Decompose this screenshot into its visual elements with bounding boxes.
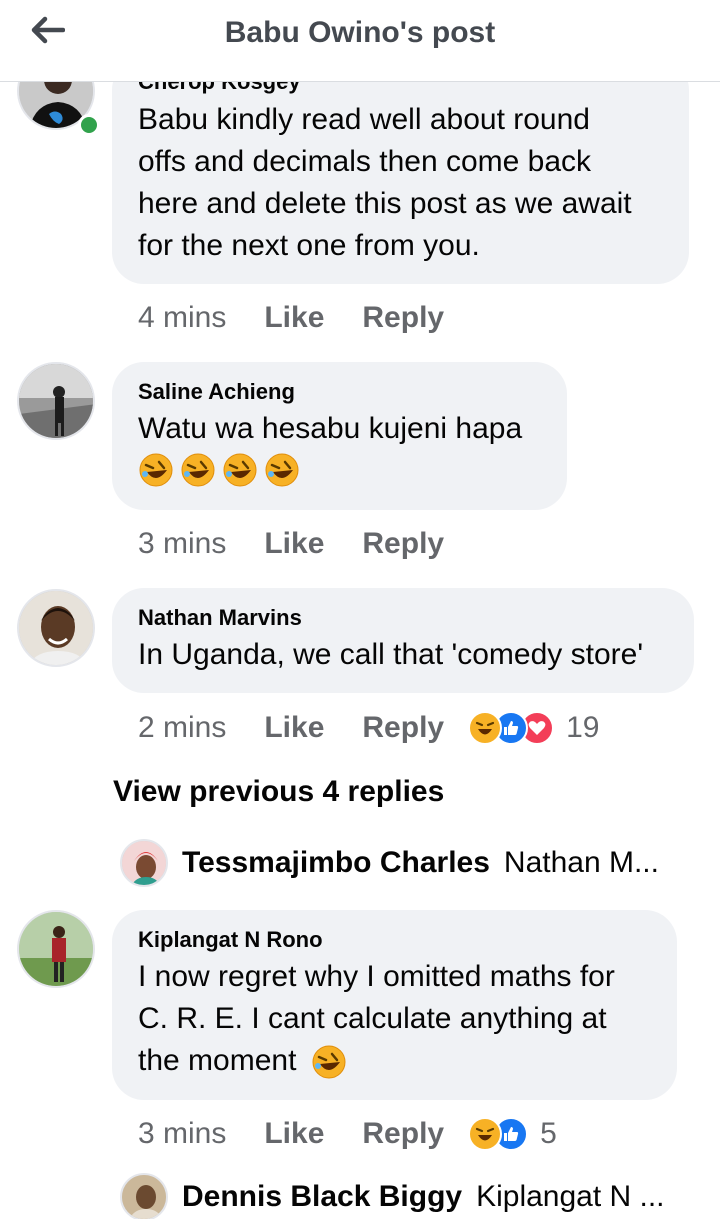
comment-bubble[interactable]: Cherop Kosgey Babu kindly read well abou… [112,58,689,284]
reply-button[interactable]: Reply [362,1117,444,1151]
haha-reaction-icon [468,711,503,745]
comment-meta: 2 mins Like Reply 19 [138,708,599,748]
reactions-summary[interactable] [468,711,555,745]
comment-bubble[interactable]: Saline Achieng Watu wa hesabu kujeni hap… [112,362,567,510]
avatar[interactable] [17,362,95,440]
comment-author[interactable]: Nathan Marvins [138,604,668,632]
rofl-emoji-icon [138,452,174,488]
comment-bubble[interactable]: Nathan Marvins In Uganda, we call that '… [112,588,694,693]
comment-time[interactable]: 3 mins [138,1117,226,1151]
comment-meta: 3 mins Like Reply 5 [138,1114,557,1154]
reply-preview[interactable]: Tessmajimbo Charles Nathan M... [120,838,659,888]
haha-reaction-icon [468,1117,503,1151]
reply-button[interactable]: Reply [362,711,444,745]
reply-preview[interactable]: Dennis Black Biggy Kiplangat N ... [120,1172,665,1219]
like-button[interactable]: Like [264,527,324,561]
comment-time[interactable]: 3 mins [138,527,226,561]
rofl-emoji-icon [311,1044,347,1080]
like-button[interactable]: Like [264,711,324,745]
view-previous-replies-link[interactable]: View previous 4 replies [113,775,444,809]
comment-text: Babu kindly read well about round offs a… [138,103,632,262]
reply-snippet: Kiplangat N ... [476,1180,665,1213]
avatar[interactable] [120,1173,168,1219]
reply-button[interactable]: Reply [362,527,444,561]
reactions-summary[interactable] [468,1117,529,1151]
avatar[interactable] [120,839,168,887]
reply-button[interactable]: Reply [362,301,444,335]
comment-meta: 3 mins Like Reply [138,524,482,564]
rofl-emoji-icon [264,452,300,488]
comment-text: In Uganda, we call that 'comedy store' [138,638,644,671]
rofl-emoji-icon [180,452,216,488]
reply-snippet: Nathan M... [503,846,659,879]
reply-author[interactable]: Tessmajimbo Charles [182,846,490,880]
comments-list[interactable]: Cherop Kosgey Babu kindly read well abou… [0,0,720,1219]
avatar[interactable] [17,589,95,667]
reply-author[interactable]: Dennis Black Biggy [182,1180,462,1214]
like-button[interactable]: Like [264,1117,324,1151]
comment-time[interactable]: 2 mins [138,711,226,745]
emoji-line [138,452,541,492]
comment-time[interactable]: 4 mins [138,301,226,335]
reaction-count[interactable]: 5 [540,1117,557,1151]
comment-bubble[interactable]: Kiplangat N Rono I now regret why I omit… [112,910,677,1100]
avatar[interactable] [17,910,95,988]
reaction-count[interactable]: 19 [566,711,599,745]
online-status-icon [78,114,100,136]
page-title: Babu Owino's post [224,16,496,49]
rofl-emoji-icon [222,452,258,488]
comment-author[interactable]: Saline Achieng [138,378,541,406]
like-button[interactable]: Like [264,301,324,335]
comment-author[interactable]: Kiplangat N Rono [138,926,651,954]
comment-text: Watu wa hesabu kujeni hapa [138,412,523,445]
top-bar: Babu Owino's post [0,0,720,82]
comment-meta: 4 mins Like Reply [138,298,482,338]
comment-text: I now regret why I omitted maths for C. … [138,956,651,1082]
